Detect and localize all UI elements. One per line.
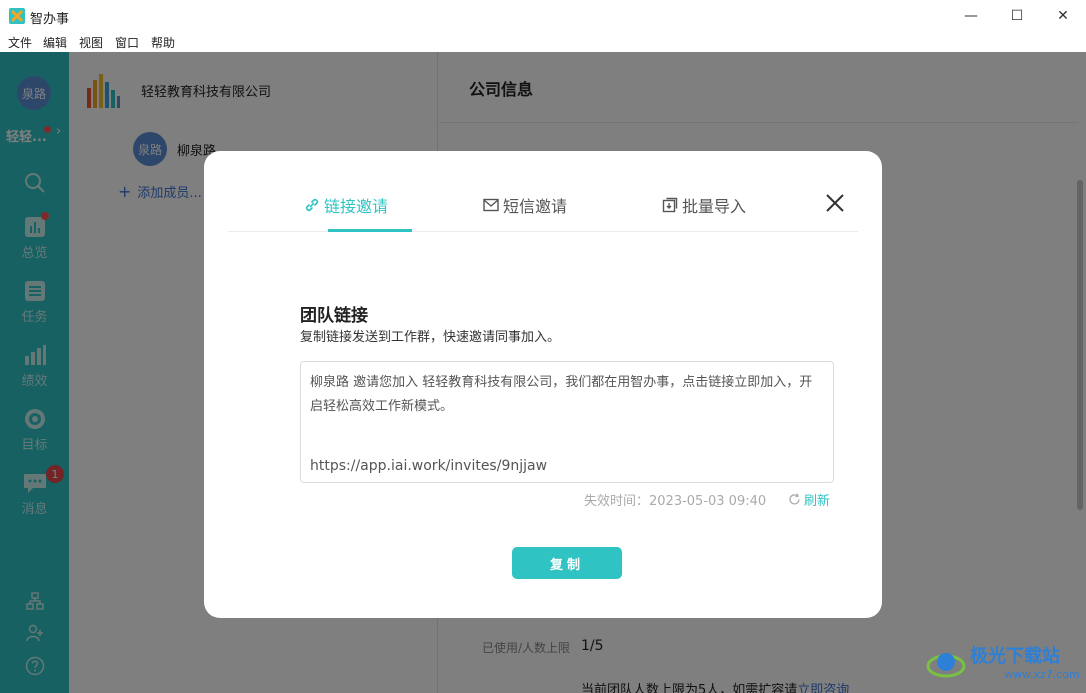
menu-window[interactable]: 窗口: [115, 34, 139, 51]
tab-link-invite[interactable]: 链接邀请: [304, 193, 388, 217]
invite-message: 柳泉路 邀请您加入 轻轻教育科技有限公司，我们都在用智办事，点击链接立即加入，开…: [310, 375, 813, 414]
close-icon[interactable]: [823, 191, 847, 215]
invite-link-textarea[interactable]: 柳泉路 邀请您加入 轻轻教育科技有限公司，我们都在用智办事，点击链接立即加入，开…: [300, 361, 834, 483]
tab-label: 批量导入: [682, 197, 747, 216]
watermark: 极光下载站 www.xz7.com: [924, 640, 1084, 690]
app-logo-icon: [9, 8, 25, 24]
link-icon: [305, 198, 319, 212]
watermark-logo-icon: [926, 653, 966, 678]
copy-button[interactable]: 复制: [512, 547, 622, 579]
invite-tabs: 链接邀请 短信邀请 批量导入: [228, 151, 858, 232]
watermark-text: 极光下载站: [970, 646, 1060, 667]
watermark-url: www.xz7.com: [1004, 668, 1080, 681]
menu-help[interactable]: 帮助: [151, 34, 175, 51]
active-tab-indicator: [328, 229, 412, 232]
tab-sms-invite[interactable]: 短信邀请: [483, 193, 567, 217]
refresh-label: 刷新: [804, 494, 831, 509]
tab-label: 链接邀请: [324, 197, 389, 216]
tab-label: 短信邀请: [503, 197, 568, 216]
menu-edit[interactable]: 编辑: [43, 34, 67, 51]
minimize-button[interactable]: —: [948, 0, 994, 32]
invite-url: https://app.iai.work/invites/9njjaw: [310, 458, 548, 474]
import-icon: [662, 197, 678, 213]
section-title: 团队链接: [300, 306, 368, 326]
expiry-time: 失效时间：2023-05-03 09:40: [584, 494, 767, 509]
menu-file[interactable]: 文件: [8, 34, 32, 51]
section-description: 复制链接发送到工作群，快速邀请同事加入。: [300, 330, 561, 345]
refresh-button[interactable]: 刷新: [788, 490, 830, 509]
close-window-button[interactable]: ✕: [1040, 0, 1086, 32]
refresh-icon: [789, 493, 800, 505]
invite-dialog: 链接邀请 短信邀请 批量导入 团队链接 复制链接发送到工作群，快速邀请同事加入。…: [204, 151, 882, 618]
maximize-button[interactable]: ☐: [994, 0, 1040, 32]
window-title: 智办事: [30, 12, 70, 27]
title-bar: 智办事 — ☐ ✕: [0, 0, 1086, 32]
mail-icon: [483, 198, 499, 212]
menu-bar: 文件 编辑 视图 窗口 帮助: [0, 32, 1086, 52]
menu-view[interactable]: 视图: [79, 34, 103, 51]
tab-batch-import[interactable]: 批量导入: [662, 193, 746, 217]
